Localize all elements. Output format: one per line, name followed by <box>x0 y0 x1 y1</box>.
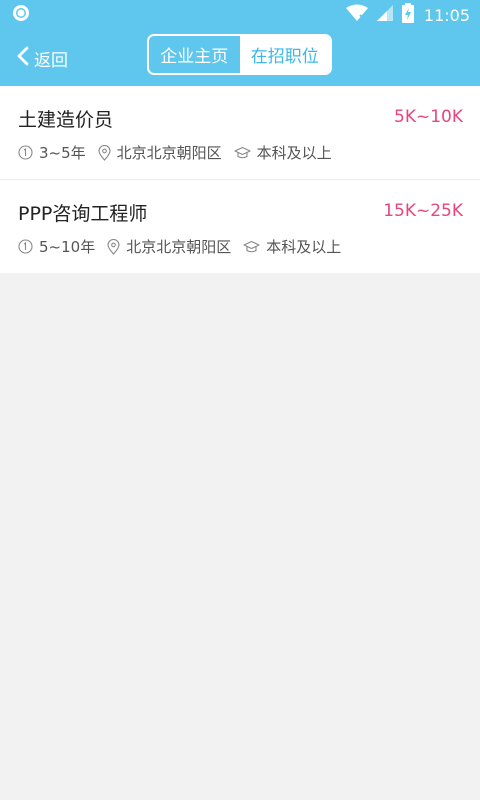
experience-text: 3~5年 <box>39 144 86 162</box>
tab-open-positions[interactable]: 在招职位 <box>239 36 330 73</box>
experience-icon <box>18 145 33 160</box>
app-notification-icon <box>12 4 30 26</box>
location-text: 北京北京朝阳区 <box>126 238 232 256</box>
job-list-item[interactable]: PPP咨询工程师 15K~25K 5~10年 北京北京朝阳区 本科及以上 <box>0 180 480 273</box>
chevron-left-icon <box>16 46 30 70</box>
experience-text: 5~10年 <box>39 238 96 256</box>
location-pin-icon <box>98 144 111 161</box>
battery-charging-icon <box>401 3 414 27</box>
wifi-icon <box>345 4 368 26</box>
job-title: 土建造价员 <box>18 109 114 131</box>
status-bar: 11:05 <box>0 0 480 30</box>
experience-meta: 5~10年 <box>18 236 95 257</box>
segmented-tabs: 企业主页 在招职位 <box>147 34 332 75</box>
back-button[interactable]: 返回 <box>16 30 68 86</box>
experience-icon <box>18 239 33 254</box>
education-text: 本科及以上 <box>266 238 342 256</box>
back-label: 返回 <box>34 50 68 71</box>
job-salary: 5K~10K <box>394 107 463 127</box>
app-bar: 返回 企业主页 在招职位 <box>0 30 480 86</box>
education-text: 本科及以上 <box>256 144 332 162</box>
job-salary: 15K~25K <box>383 201 463 221</box>
graduation-cap-icon <box>243 240 260 252</box>
job-title: PPP咨询工程师 <box>18 203 148 225</box>
location-meta: 北京北京朝阳区 <box>98 142 222 163</box>
job-list: 土建造价员 5K~10K 3~5年 北京北京朝阳区 本科及以上 PPP咨询工程师… <box>0 86 480 273</box>
status-time: 11:05 <box>423 5 470 25</box>
graduation-cap-icon <box>234 146 251 158</box>
location-pin-icon <box>107 238 120 255</box>
experience-meta: 3~5年 <box>18 142 86 163</box>
location-text: 北京北京朝阳区 <box>116 144 222 162</box>
education-meta: 本科及以上 <box>243 236 341 257</box>
tab-company-home[interactable]: 企业主页 <box>149 36 240 73</box>
location-meta: 北京北京朝阳区 <box>107 236 231 257</box>
education-meta: 本科及以上 <box>234 142 332 163</box>
signal-icon <box>376 4 394 26</box>
job-meta: 3~5年 北京北京朝阳区 本科及以上 <box>18 142 344 163</box>
job-list-item[interactable]: 土建造价员 5K~10K 3~5年 北京北京朝阳区 本科及以上 <box>0 86 480 180</box>
job-meta: 5~10年 北京北京朝阳区 本科及以上 <box>18 236 353 257</box>
